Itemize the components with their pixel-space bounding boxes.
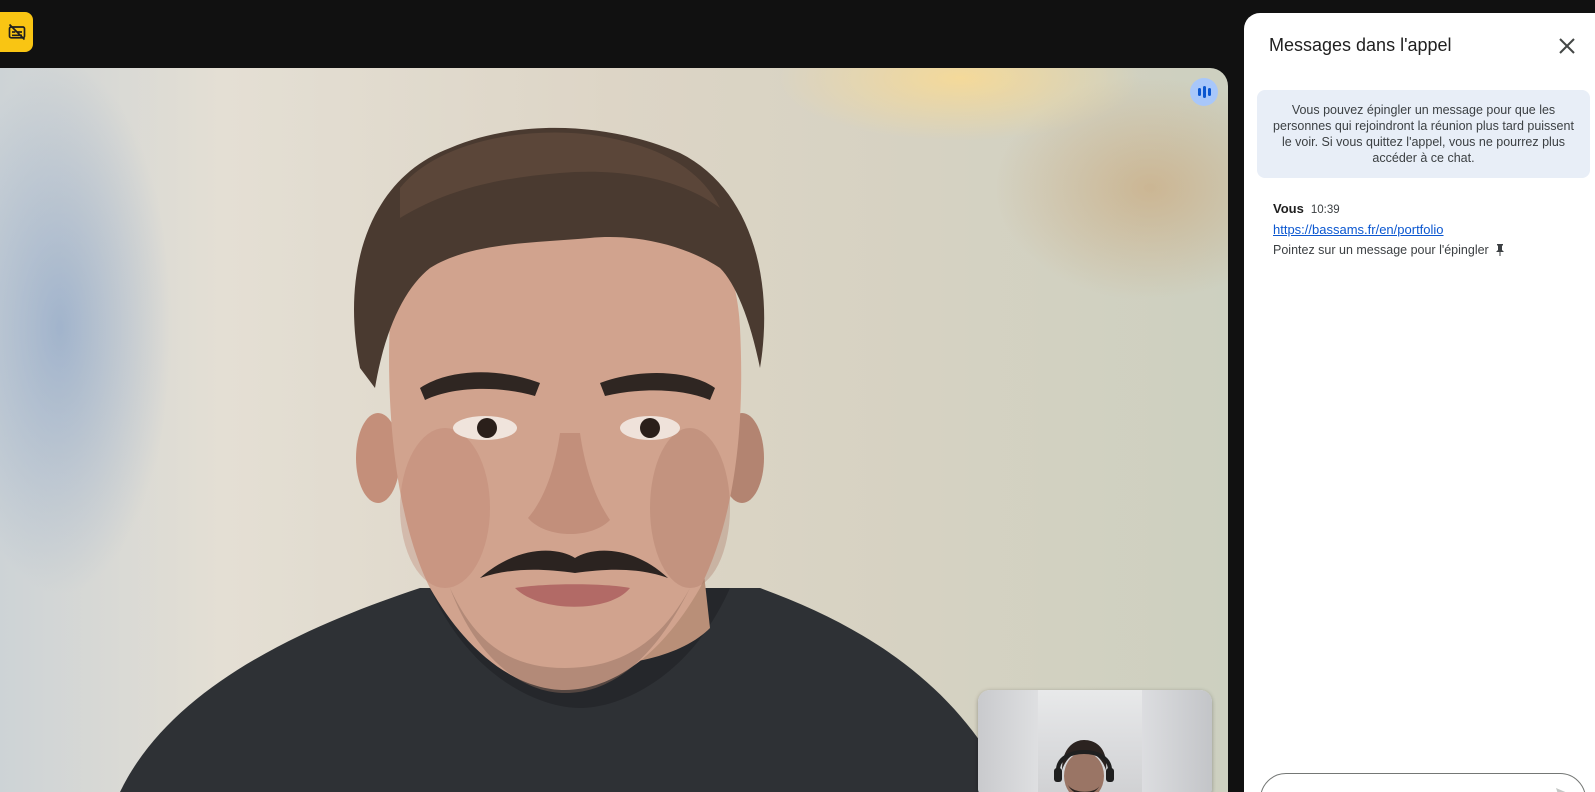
speaking-indicator-icon	[1190, 78, 1218, 106]
message-link[interactable]: https://bassams.fr/en/portfolio	[1273, 222, 1583, 237]
self-view-video[interactable]	[978, 690, 1212, 792]
pin-icon	[1495, 244, 1504, 256]
message-input[interactable]	[1260, 773, 1586, 792]
message-sender: Vous	[1273, 201, 1304, 216]
meet-app: Messages dans l'appel Vous pouvez épingl…	[0, 0, 1595, 792]
captions-off-icon	[8, 23, 25, 41]
captions-off-badge[interactable]	[0, 12, 33, 52]
close-panel-button[interactable]	[1554, 33, 1580, 59]
main-participant-video	[0, 68, 1228, 792]
pin-info-notice: Vous pouvez épingler un message pour que…	[1257, 90, 1590, 178]
message-time: 10:39	[1310, 204, 1340, 216]
chat-panel: Messages dans l'appel Vous pouvez épingl…	[1244, 13, 1595, 792]
close-icon	[1559, 38, 1575, 54]
participant-image	[120, 127, 1010, 792]
message-header: Vous 10:39	[1273, 201, 1583, 216]
pin-hint-text: Pointez sur un message pour l'épingler	[1273, 243, 1489, 257]
chat-message[interactable]: Vous 10:39 https://bassams.fr/en/portfol…	[1273, 201, 1583, 257]
pin-hint: Pointez sur un message pour l'épingler	[1273, 243, 1583, 257]
send-icon[interactable]	[1555, 786, 1571, 792]
self-view-person	[1054, 740, 1114, 792]
panel-title: Messages dans l'appel	[1269, 35, 1452, 55]
